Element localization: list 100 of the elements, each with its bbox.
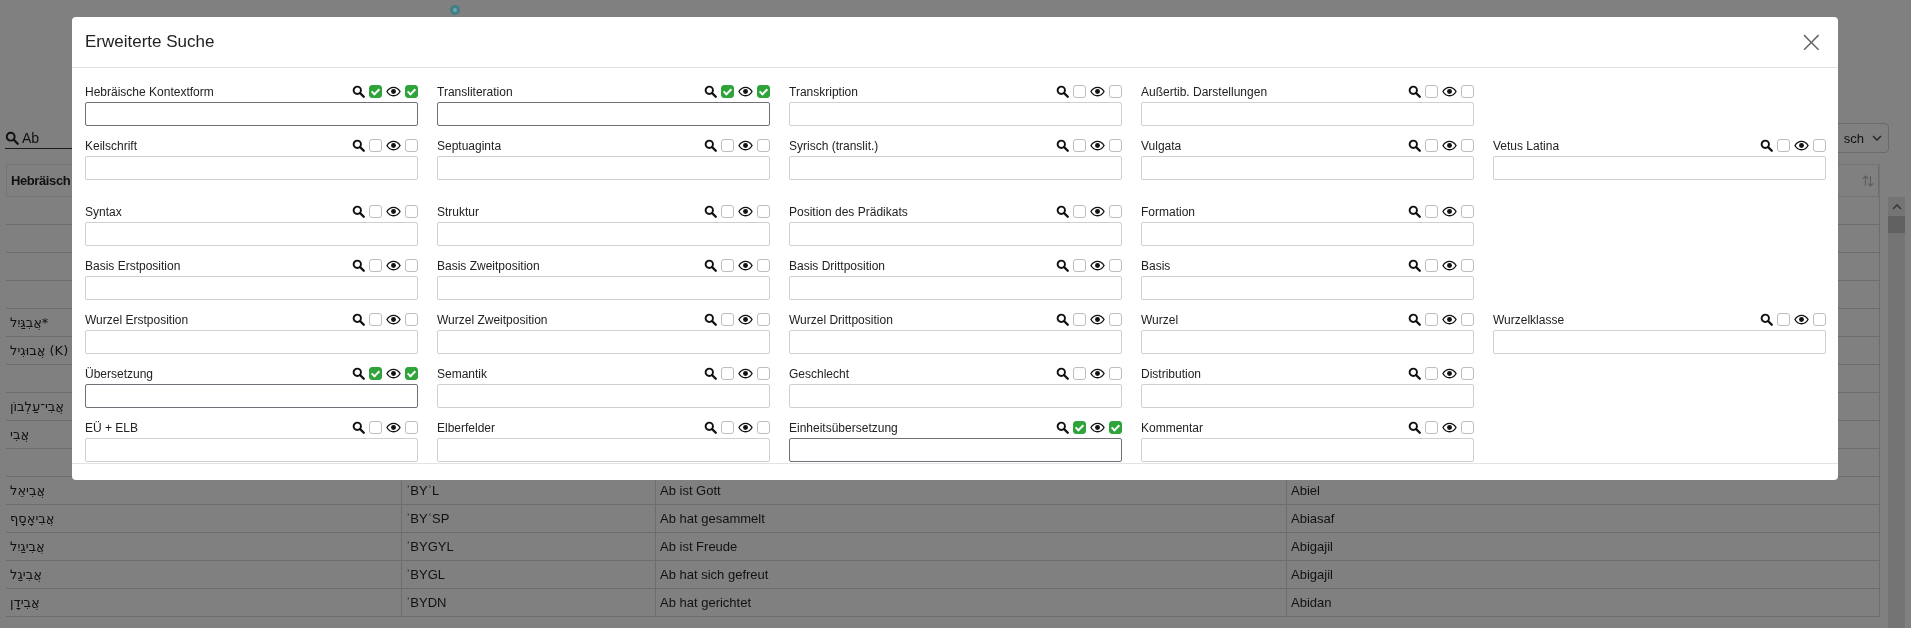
search-checkbox[interactable] xyxy=(721,367,734,381)
show-checkbox[interactable] xyxy=(1461,85,1474,99)
search-checkbox[interactable] xyxy=(721,421,734,435)
show-checkbox[interactable] xyxy=(1109,139,1122,153)
show-checkbox[interactable] xyxy=(757,139,770,153)
field-label: Hebräische Kontextform xyxy=(85,84,214,99)
scroll-thumb[interactable] xyxy=(1888,216,1905,233)
show-checkbox[interactable] xyxy=(757,259,770,273)
table-cell: ʾBYʾL xyxy=(406,483,440,498)
show-checkbox[interactable] xyxy=(1461,421,1474,435)
search-checkbox[interactable] xyxy=(1425,367,1438,381)
search-icon xyxy=(1408,367,1421,381)
show-checkbox[interactable] xyxy=(405,313,418,327)
caret-icon xyxy=(1872,135,1882,141)
show-checkbox[interactable] xyxy=(1461,259,1474,273)
field-label: Vulgata xyxy=(1141,138,1182,153)
eye-icon xyxy=(738,314,753,326)
field-label: Wurzel Zweitposition xyxy=(437,312,548,327)
eye-icon xyxy=(1090,314,1105,326)
show-checkbox[interactable] xyxy=(1109,205,1122,219)
search-checkbox[interactable] xyxy=(1425,205,1438,219)
search-checkbox[interactable] xyxy=(1425,313,1438,327)
show-checkbox[interactable] xyxy=(757,85,770,99)
show-checkbox[interactable] xyxy=(1109,313,1122,327)
search-checkbox[interactable] xyxy=(1073,259,1086,273)
show-checkbox[interactable] xyxy=(757,313,770,327)
search-checkbox[interactable] xyxy=(1425,259,1438,273)
search-checkbox[interactable] xyxy=(369,421,382,435)
show-checkbox[interactable] xyxy=(405,205,418,219)
scrollbar[interactable] xyxy=(1888,197,1905,628)
field-label: Übersetzung xyxy=(85,366,154,381)
field-label: Wurzel xyxy=(1141,312,1179,327)
show-checkbox[interactable] xyxy=(1461,205,1474,219)
search-checkbox[interactable] xyxy=(721,139,734,153)
input-field[interactable] xyxy=(85,383,418,408)
eye-icon xyxy=(738,140,753,152)
search-checkbox[interactable] xyxy=(369,139,382,153)
show-checkbox[interactable] xyxy=(1461,139,1474,153)
dialog-title: Erweiterte Suche xyxy=(85,31,215,52)
field-label: Struktur xyxy=(437,204,479,219)
eye-icon xyxy=(1442,368,1457,380)
show-checkbox[interactable] xyxy=(405,139,418,153)
search-checkbox[interactable] xyxy=(369,85,382,99)
show-checkbox[interactable] xyxy=(1109,421,1122,435)
show-checkbox[interactable] xyxy=(1813,139,1826,153)
search-checkbox[interactable] xyxy=(369,313,382,327)
search-checkbox[interactable] xyxy=(1425,139,1438,153)
search-checkbox[interactable] xyxy=(721,85,734,99)
search-checkbox[interactable] xyxy=(1073,85,1086,99)
scroll-up-icon[interactable] xyxy=(1891,203,1902,210)
search-checkbox[interactable] xyxy=(721,259,734,273)
search-checkbox[interactable] xyxy=(1073,205,1086,219)
search-checkbox[interactable] xyxy=(369,259,382,273)
search-checkbox[interactable] xyxy=(1073,313,1086,327)
search-checkbox[interactable] xyxy=(1073,139,1086,153)
close-button[interactable]: × xyxy=(1794,26,1828,57)
show-checkbox[interactable] xyxy=(405,85,418,99)
show-checkbox[interactable] xyxy=(1813,313,1826,327)
search-checkbox[interactable] xyxy=(1073,367,1086,381)
search-icon xyxy=(1760,139,1773,153)
eye-icon xyxy=(386,86,401,98)
search-checkbox[interactable] xyxy=(369,205,382,219)
show-checkbox[interactable] xyxy=(1109,85,1122,99)
search-icon xyxy=(1408,421,1421,435)
table-cell: Abidan xyxy=(1291,595,1332,610)
search-checkbox[interactable] xyxy=(1073,421,1086,435)
search-checkbox[interactable] xyxy=(1425,85,1438,99)
column-header[interactable]: Hebräisch xyxy=(11,173,71,188)
field-label: Einheitsübersetzung xyxy=(789,420,898,435)
input-field[interactable] xyxy=(85,101,418,126)
show-checkbox[interactable] xyxy=(405,367,418,381)
table-cell: ʾBYDN xyxy=(406,595,447,610)
field-label: Basis Erstposition xyxy=(85,258,181,273)
search-icon xyxy=(352,85,365,99)
search-checkbox[interactable] xyxy=(1777,139,1790,153)
show-checkbox[interactable] xyxy=(757,367,770,381)
show-checkbox[interactable] xyxy=(405,421,418,435)
show-checkbox[interactable] xyxy=(757,421,770,435)
search-icon xyxy=(1408,139,1421,153)
show-checkbox[interactable] xyxy=(405,259,418,273)
input-field[interactable] xyxy=(789,437,1122,462)
show-checkbox[interactable] xyxy=(1109,367,1122,381)
search-checkbox[interactable] xyxy=(1777,313,1790,327)
field-label: Basis Zweitposition xyxy=(437,258,540,273)
search-checkbox[interactable] xyxy=(721,205,734,219)
show-checkbox[interactable] xyxy=(1109,259,1122,273)
eye-icon xyxy=(1794,314,1809,326)
sort-icon[interactable] xyxy=(1862,173,1874,188)
emblem-icon xyxy=(449,4,461,16)
search-checkbox[interactable] xyxy=(369,367,382,381)
show-checkbox[interactable] xyxy=(1461,367,1474,381)
table-cell: אֲבִידָן xyxy=(10,595,40,610)
eye-icon xyxy=(386,260,401,272)
search-checkbox[interactable] xyxy=(1425,421,1438,435)
search-checkbox[interactable] xyxy=(721,313,734,327)
eye-icon xyxy=(1090,260,1105,272)
input-field[interactable] xyxy=(437,101,770,126)
table-cell: Ab ist Gott xyxy=(660,483,721,498)
show-checkbox[interactable] xyxy=(757,205,770,219)
show-checkbox[interactable] xyxy=(1461,313,1474,327)
